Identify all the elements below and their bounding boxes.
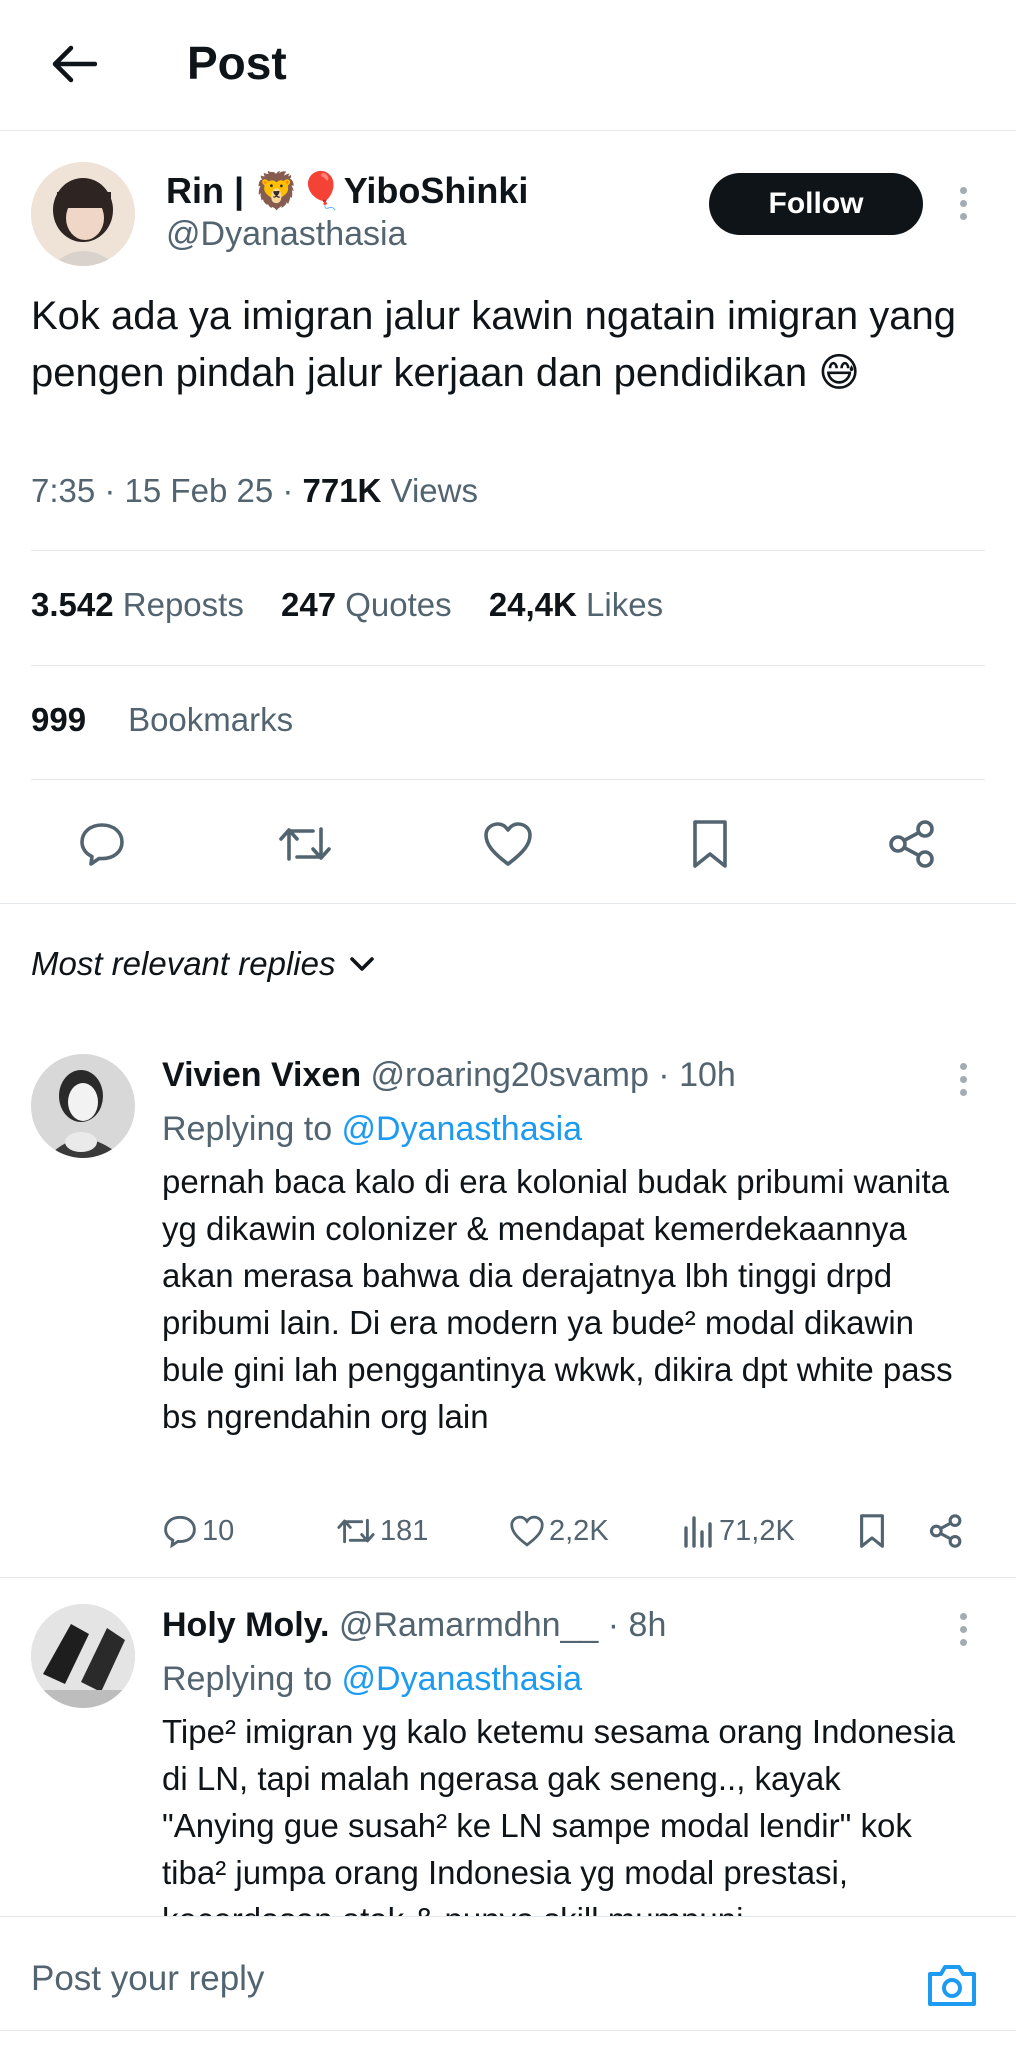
post-author: Rin | 🦁🎈YiboShinki @Dyanasthasia Follow	[0, 150, 1016, 270]
more-dot	[959, 212, 967, 220]
share-icon	[889, 820, 934, 868]
author-avatar[interactable]	[31, 162, 135, 266]
reply-reply-button[interactable]: 10	[162, 1506, 234, 1556]
replying-to: Replying to @Dyanasthasia	[162, 1110, 582, 1149]
more-dot	[959, 1625, 967, 1633]
reply-composer: Post your reply	[0, 1916, 1016, 2049]
replying-handle-link[interactable]: @Dyanasthasia	[342, 1110, 583, 1148]
replying-handle-link[interactable]: @Dyanasthasia	[342, 1660, 583, 1698]
back-button[interactable]	[44, 34, 104, 94]
chevron-down-icon	[350, 957, 375, 971]
author-name[interactable]: Rin | 🦁🎈YiboShinki	[166, 170, 528, 212]
reply-author-name[interactable]: Vivien Vixen	[162, 1056, 361, 1094]
more-dot	[959, 1638, 967, 1646]
top-bar: Post	[0, 0, 1016, 131]
likes-stat[interactable]: 24,4K Likes	[489, 586, 663, 624]
reply-like-button[interactable]: 2,2K	[509, 1506, 609, 1556]
arrow-left-icon	[52, 45, 97, 83]
views-count: 771K	[302, 472, 382, 509]
more-dot	[959, 186, 967, 194]
repost-icon	[279, 827, 331, 861]
bookmark-icon	[693, 820, 727, 868]
replying-prefix: Replying to	[162, 1110, 342, 1148]
comment-icon	[80, 823, 124, 866]
post-meta: 7:35 · 15 Feb 25 · 771K Views	[31, 472, 478, 510]
like-count: 2,2K	[549, 1514, 609, 1547]
divider	[31, 665, 985, 666]
reply-button[interactable]	[72, 814, 132, 874]
bookmark-button[interactable]	[680, 814, 740, 874]
follow-button[interactable]: Follow	[709, 173, 923, 235]
engagement-stats: 3.542 Reposts 247 Quotes 24,4K Likes	[31, 586, 691, 624]
camera-button[interactable]	[924, 1957, 980, 2013]
more-dot	[959, 1612, 967, 1620]
heart-icon	[510, 1515, 544, 1547]
reply-input[interactable]: Post your reply	[31, 1959, 264, 1999]
share-icon	[929, 1514, 962, 1548]
views-label: Views	[381, 472, 478, 509]
reply-handle-time: @roaring20svamp · 10h	[361, 1056, 736, 1094]
reply-handle-time: @Ramarmdhn__ · 8h	[329, 1606, 667, 1644]
reply-bookmark-button[interactable]	[858, 1506, 886, 1556]
camera-icon	[928, 1965, 976, 2006]
reply-repost-button[interactable]: 181	[336, 1506, 428, 1556]
more-dot	[959, 1075, 967, 1083]
comment-icon	[164, 1515, 196, 1549]
replying-prefix: Replying to	[162, 1660, 342, 1698]
replying-to: Replying to @Dyanasthasia	[162, 1660, 582, 1699]
views-count: 71,2K	[719, 1514, 795, 1547]
bookmark-icon	[860, 1514, 884, 1548]
reply-views-button[interactable]: 71,2K	[681, 1506, 795, 1556]
reply-item[interactable]: Vivien Vixen @roaring20svamp · 10h Reply…	[0, 1054, 1016, 1574]
reply-avatar[interactable]	[31, 1604, 135, 1708]
reply-share-button[interactable]	[928, 1506, 964, 1556]
heart-icon	[484, 822, 532, 866]
reply-item[interactable]: Holy Moly. @Ramarmdhn__ · 8h Replying to…	[0, 1604, 1016, 1916]
divider	[31, 550, 985, 551]
more-dot	[959, 1062, 967, 1070]
bookmarks-label: Bookmarks	[128, 701, 294, 738]
repost-icon	[337, 1518, 375, 1544]
more-options-button[interactable]	[948, 178, 978, 228]
post-action-bar	[0, 800, 1016, 886]
reply-header: Holy Moly. @Ramarmdhn__ · 8h	[162, 1606, 666, 1645]
replies-sort-dropdown[interactable]: Most relevant replies	[31, 945, 375, 983]
reply-author-name[interactable]: Holy Moly.	[162, 1606, 330, 1644]
reply-count: 10	[202, 1514, 235, 1547]
post-timestamp: 7:35 · 15 Feb 25 ·	[31, 472, 303, 509]
divider	[0, 903, 1016, 904]
like-button[interactable]	[478, 814, 538, 874]
views-chart-icon	[684, 1516, 712, 1548]
quotes-stat[interactable]: 247 Quotes	[281, 586, 452, 624]
divider	[31, 779, 985, 780]
page-title: Post	[187, 37, 287, 89]
repost-button[interactable]	[275, 814, 335, 874]
more-dot	[959, 199, 967, 207]
bookmarks-stat[interactable]: 999 Bookmarks	[31, 701, 293, 739]
sort-label: Most relevant replies	[31, 945, 336, 982]
reply-text: Tipe² imigran yg kalo ketemu sesama oran…	[162, 1713, 956, 1916]
author-handle[interactable]: @Dyanasthasia	[166, 215, 407, 254]
reply-header: Vivien Vixen @roaring20svamp · 10h	[162, 1056, 736, 1095]
reply-avatar[interactable]	[31, 1054, 135, 1158]
reply-text: pernah baca kalo di era kolonial budak p…	[162, 1163, 953, 1435]
share-button[interactable]	[882, 814, 942, 874]
divider	[0, 2030, 1016, 2031]
post-text: Kok ada ya imigran jalur kawin ngatain i…	[31, 294, 956, 395]
repost-count: 181	[380, 1514, 429, 1547]
more-dot	[959, 1088, 967, 1096]
reposts-stat[interactable]: 3.542 Reposts	[31, 586, 244, 624]
divider	[0, 1577, 1016, 1578]
bookmarks-count: 999	[31, 701, 87, 738]
more-options-button[interactable]	[948, 1054, 978, 1104]
more-options-button[interactable]	[948, 1604, 978, 1654]
reply-action-bar: 10 181 2,2K 71,2K	[162, 1506, 982, 1556]
